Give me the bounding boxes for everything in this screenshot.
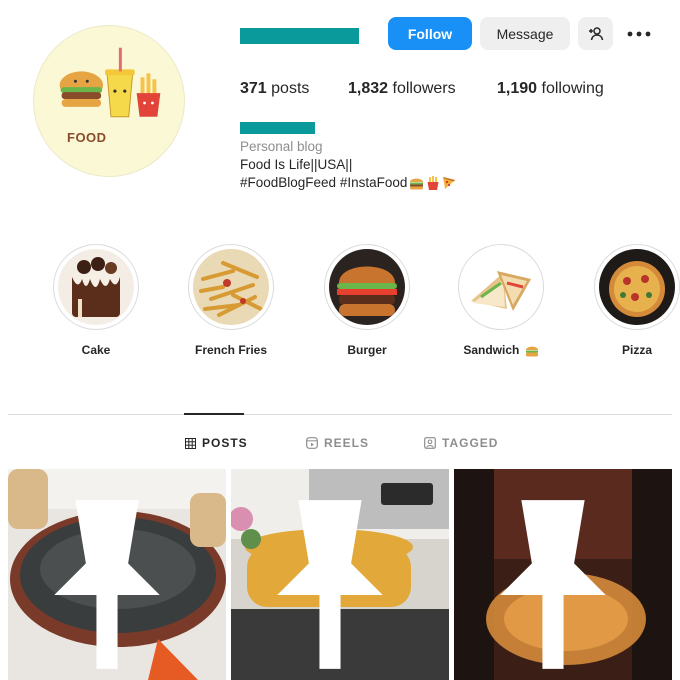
highlight-label: Burger (347, 343, 387, 357)
bio-category: Personal blog (240, 139, 323, 154)
tab-reels[interactable]: REELS (306, 436, 369, 450)
pinned-icon (54, 500, 160, 669)
highlight-french-fries[interactable]: French Fries (188, 244, 274, 357)
highlight-burger[interactable]: Burger (324, 244, 410, 357)
following-label: following (541, 80, 604, 97)
profile-avatar[interactable]: FOOD (33, 25, 185, 177)
pinned-icon (500, 500, 606, 669)
pinned-icon (277, 500, 383, 669)
follow-button[interactable]: Follow (388, 17, 472, 50)
followers-count: 1,832 (348, 80, 389, 97)
tab-reels-label: REELS (324, 436, 370, 450)
post-tile[interactable] (8, 469, 226, 680)
burger-emoji-icon (410, 178, 424, 190)
full-name-redacted (240, 122, 315, 134)
bio-hashtags[interactable]: #FoodBlogFeed #InstaFood (240, 175, 407, 190)
reels-icon (306, 437, 318, 449)
post-tile[interactable] (454, 469, 672, 680)
suggest-user-button[interactable] (578, 17, 613, 50)
following-count: 1,190 (497, 80, 538, 97)
posts-stat[interactable]: 371 posts (240, 80, 309, 98)
highlight-ring (324, 244, 410, 330)
cake-image (58, 249, 134, 325)
highlight-ring (53, 244, 139, 330)
bio-line-2: #FoodBlogFeed #InstaFood (240, 174, 456, 192)
posts-count: 371 (240, 80, 267, 97)
tagged-icon (424, 437, 436, 449)
tabs-divider (8, 414, 672, 415)
sandwich-image (463, 249, 539, 325)
username-redacted (240, 28, 359, 44)
bio: Personal blog Food Is Life||USA|| #FoodB… (240, 138, 456, 192)
highlight-label: French Fries (194, 343, 268, 357)
bio-line-1: Food Is Life||USA|| (240, 157, 353, 172)
more-options-button[interactable] (624, 20, 654, 48)
highlight-cake[interactable]: Cake (53, 244, 139, 357)
followers-stat[interactable]: 1,832 followers (348, 80, 456, 98)
highlight-label: Pizza (621, 343, 652, 357)
avatar-label: FOOD (67, 130, 107, 145)
food-logo-image (59, 47, 161, 118)
burger-image (329, 249, 405, 325)
highlight-label-text: Sandwich (463, 343, 520, 357)
fries-emoji-icon (427, 176, 439, 190)
pizza-emoji-icon (443, 177, 456, 189)
tab-tagged-label: TAGGED (442, 436, 499, 450)
active-tab-indicator (184, 413, 244, 415)
sandwich-emoji-icon (525, 346, 538, 357)
highlight-label: Cake (81, 343, 111, 357)
tab-posts[interactable]: POSTS (185, 436, 248, 450)
grid-icon (185, 437, 196, 449)
followers-label: followers (392, 80, 456, 97)
highlight-sandwich[interactable]: Sandwich (458, 244, 544, 357)
following-stat[interactable]: 1,190 following (497, 80, 604, 98)
more-options-icon (627, 31, 651, 37)
highlight-pizza[interactable]: Pizza (594, 244, 680, 357)
message-button[interactable]: Message (480, 17, 570, 50)
french-fries-image (193, 249, 269, 325)
post-tile[interactable] (231, 469, 449, 680)
posts-label: posts (271, 80, 310, 97)
tab-posts-label: POSTS (202, 436, 248, 450)
highlight-label: Sandwich (438, 343, 564, 357)
add-user-icon (588, 26, 603, 40)
highlight-ring (458, 244, 544, 330)
pizza-image (599, 249, 675, 325)
tab-tagged[interactable]: TAGGED (424, 436, 498, 450)
highlight-ring (188, 244, 274, 330)
highlight-ring (594, 244, 680, 330)
